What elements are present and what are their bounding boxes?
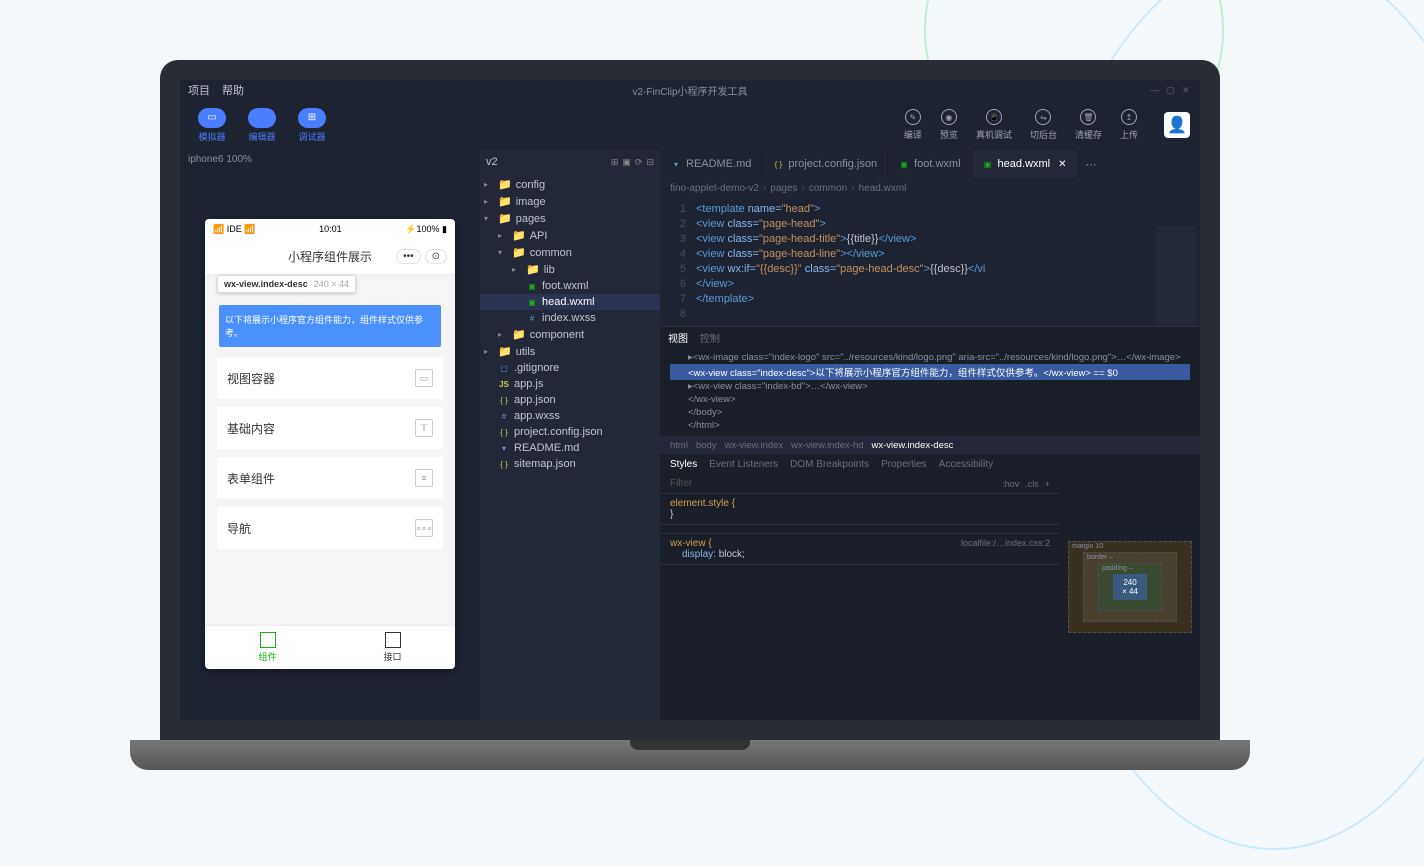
capsule-close-icon[interactable]: ⊙ bbox=[425, 249, 447, 264]
simulator-panel: iphone6 100% 📶 IDE 📶 10:01 ⚡100% ▮ 小程序组件… bbox=[180, 150, 480, 720]
new-folder-icon[interactable]: ▣ bbox=[622, 157, 631, 168]
editor-tab[interactable]: { }project.config.json bbox=[762, 150, 888, 178]
tree-node[interactable]: ▸📁config bbox=[480, 176, 660, 193]
styles-tab[interactable]: Event Listeners bbox=[709, 459, 778, 470]
action-1[interactable]: ◉预览 bbox=[940, 109, 958, 141]
tabbar-item[interactable]: 组件 bbox=[205, 626, 330, 669]
project-root[interactable]: v2 bbox=[486, 156, 498, 168]
code-editor[interactable]: 1<template name="head">2 <view class="pa… bbox=[660, 198, 1200, 326]
filter-tool[interactable]: .cls bbox=[1025, 479, 1039, 489]
file-explorer: v2 ⊞ ▣ ⟳ ⊟ ▸📁config▸📁image▾📁pages▸📁API▾📁… bbox=[480, 150, 660, 720]
tree-node[interactable]: ▢.gitignore bbox=[480, 360, 660, 376]
mode-2[interactable]: ⊞调试器 bbox=[290, 106, 334, 145]
crumb[interactable]: wx-view.index-hd bbox=[791, 440, 863, 451]
window-title: v2-FinClip小程序开发工具 bbox=[632, 83, 747, 98]
styles-tab[interactable]: Properties bbox=[881, 459, 927, 470]
crumb[interactable]: body bbox=[696, 440, 717, 451]
phone-time: 10:01 bbox=[319, 224, 342, 234]
action-2[interactable]: 📱真机调试 bbox=[976, 109, 1012, 141]
tree-node[interactable]: ▸📁image bbox=[480, 193, 660, 210]
editor-tab[interactable]: ▾README.md bbox=[660, 150, 762, 178]
close-tab-icon[interactable]: ✕ bbox=[1058, 159, 1066, 170]
styles-tab[interactable]: DOM Breakpoints bbox=[790, 459, 869, 470]
tab-overflow-icon[interactable]: ⋯ bbox=[1078, 158, 1105, 171]
box-model: margin 10 border – padding – 240 × 44 bbox=[1060, 454, 1200, 720]
laptop-mockup: 项目 帮助 v2-FinClip小程序开发工具 — ▢ ✕ ▭模拟器编辑器⊞调试… bbox=[160, 60, 1220, 780]
minimize-icon[interactable]: — bbox=[1150, 85, 1160, 95]
filter-tool[interactable]: :hov bbox=[1002, 479, 1019, 489]
mode-1[interactable]: 编辑器 bbox=[240, 106, 284, 145]
editor-tab[interactable]: ▣head.wxml✕ bbox=[972, 150, 1078, 178]
devtab-elements[interactable]: 视图 bbox=[668, 330, 688, 345]
tree-node[interactable]: ▸📁utils bbox=[480, 343, 660, 360]
breadcrumb: fino-applet-demo-v2›pages›common›head.wx… bbox=[660, 178, 1200, 198]
tree-node[interactable]: #app.wxss bbox=[480, 408, 660, 424]
capsule-menu-icon[interactable]: ••• bbox=[396, 249, 421, 264]
tree-node[interactable]: ▾📁common bbox=[480, 244, 660, 261]
styles-tab[interactable]: Styles bbox=[670, 459, 697, 470]
dom-tree[interactable]: ▸<wx-image class="index-logo" src="../re… bbox=[660, 347, 1200, 436]
crumb[interactable]: wx-view.index-desc bbox=[872, 440, 954, 451]
devtab-console[interactable]: 控制 bbox=[700, 330, 720, 345]
list-item[interactable]: 导航∘∘∘ bbox=[217, 507, 443, 549]
tree-node[interactable]: ▸📁API bbox=[480, 227, 660, 244]
list-item[interactable]: 表单组件≡ bbox=[217, 457, 443, 499]
maximize-icon[interactable]: ▢ bbox=[1166, 85, 1176, 95]
mode-0[interactable]: ▭模拟器 bbox=[190, 106, 234, 145]
hero-highlight[interactable]: 以下将展示小程序官方组件能力，组件样式仅供参考。 bbox=[219, 305, 441, 347]
tree-node[interactable]: #index.wxss bbox=[480, 310, 660, 326]
list-item[interactable]: 视图容器▭ bbox=[217, 357, 443, 399]
tree-node[interactable]: { }project.config.json bbox=[480, 424, 660, 440]
ide-window: 项目 帮助 v2-FinClip小程序开发工具 — ▢ ✕ ▭模拟器编辑器⊞调试… bbox=[180, 80, 1200, 720]
app-title: 小程序组件展示 bbox=[288, 248, 372, 265]
device-label: iphone6 100% bbox=[180, 150, 480, 169]
menubar: 项目 帮助 v2-FinClip小程序开发工具 — ▢ ✕ bbox=[180, 80, 1200, 100]
crumb[interactable]: html bbox=[670, 440, 688, 451]
filter-tool[interactable]: + bbox=[1045, 479, 1050, 489]
tree-node[interactable]: ▣foot.wxml bbox=[480, 278, 660, 294]
tree-node[interactable]: { }app.json bbox=[480, 392, 660, 408]
dom-breadcrumb[interactable]: html body wx-view.index wx-view.index-hd wx-… bbox=[660, 436, 1200, 454]
inspect-tooltip: wx-view.index-desc240 × 44 bbox=[217, 275, 356, 293]
styles-tab[interactable]: Accessibility bbox=[939, 459, 993, 470]
editor-tab[interactable]: ▣foot.wxml bbox=[888, 150, 971, 178]
breadcrumb-item[interactable]: fino-applet-demo-v2 bbox=[670, 183, 759, 194]
devtools: 视图 控制 ▸<wx-image class="index-logo" src=… bbox=[660, 326, 1200, 720]
battery-icon: ⚡100% ▮ bbox=[405, 224, 447, 235]
crumb[interactable]: wx-view.index bbox=[725, 440, 784, 451]
tree-node[interactable]: { }sitemap.json bbox=[480, 456, 660, 472]
action-3[interactable]: ⇋切后台 bbox=[1030, 109, 1057, 141]
editor-panel: ▾README.md{ }project.config.json▣foot.wx… bbox=[660, 150, 1200, 720]
breadcrumb-item[interactable]: common bbox=[809, 183, 847, 194]
action-4[interactable]: 🗑清缓存 bbox=[1075, 109, 1102, 141]
breadcrumb-item[interactable]: pages bbox=[770, 183, 797, 194]
tree-node[interactable]: ▾README.md bbox=[480, 440, 660, 456]
tabbar-item[interactable]: 接口 bbox=[330, 626, 455, 669]
collapse-icon[interactable]: ⊟ bbox=[646, 157, 654, 168]
menu-project[interactable]: 项目 bbox=[188, 82, 210, 98]
list-item[interactable]: 基础内容𝕋 bbox=[217, 407, 443, 449]
tree-node[interactable]: ▣head.wxml bbox=[480, 294, 660, 310]
action-5[interactable]: ↥上传 bbox=[1120, 109, 1138, 141]
tree-node[interactable]: ▾📁pages bbox=[480, 210, 660, 227]
tree-node[interactable]: JSapp.js bbox=[480, 376, 660, 392]
action-0[interactable]: ✎编译 bbox=[904, 109, 922, 141]
toolbar: ▭模拟器编辑器⊞调试器 ✎编译 ◉预览 📱真机调试 ⇋切后台 🗑清缓存 ↥上传 👤 bbox=[180, 100, 1200, 150]
close-icon[interactable]: ✕ bbox=[1182, 85, 1192, 95]
refresh-icon[interactable]: ⟳ bbox=[635, 157, 643, 168]
style-rules[interactable]: element.style {}</span><div class="selec… bbox=[660, 494, 1060, 565]
signal-icon: 📶 IDE 📶 bbox=[213, 224, 255, 235]
minimap[interactable] bbox=[1156, 226, 1196, 326]
tree-node[interactable]: ▸📁lib bbox=[480, 261, 660, 278]
tree-node[interactable]: ▸📁component bbox=[480, 326, 660, 343]
phone-preview: 📶 IDE 📶 10:01 ⚡100% ▮ 小程序组件展示 ••• ⊙ bbox=[205, 219, 455, 669]
styles-filter[interactable]: Filter bbox=[670, 478, 692, 489]
menu-help[interactable]: 帮助 bbox=[222, 82, 244, 98]
breadcrumb-item[interactable]: head.wxml bbox=[859, 183, 907, 194]
new-file-icon[interactable]: ⊞ bbox=[611, 157, 619, 168]
avatar[interactable]: 👤 bbox=[1164, 112, 1190, 138]
